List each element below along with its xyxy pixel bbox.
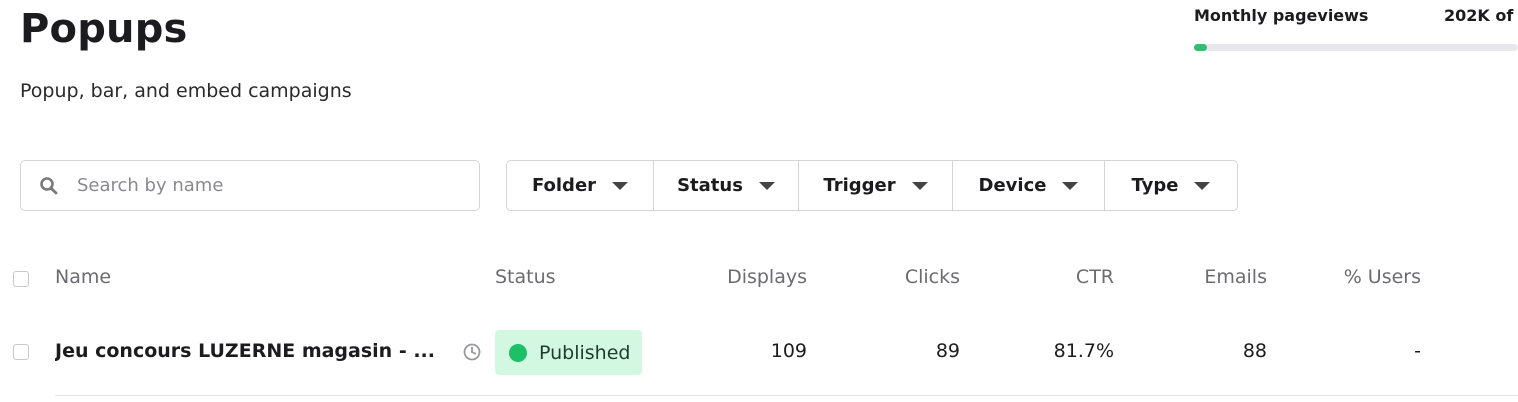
row-divider (55, 395, 1518, 396)
row-checkbox[interactable] (13, 344, 29, 360)
campaign-name[interactable]: Jeu concours LUZERNE magasin - ... (55, 340, 435, 362)
filter-bar: Folder Status Trigger Device Type (506, 160, 1238, 211)
usage-progress-track (1194, 44, 1518, 51)
status-dot-icon (509, 343, 527, 362)
column-header-clicks[interactable]: Clicks (850, 266, 960, 288)
emails-value: 88 (1242, 340, 1267, 362)
campaigns-table: Name Status Displays Clicks CTR Emails %… (0, 250, 1518, 306)
pageviews-usage: Monthly pageviews 202K of (1194, 6, 1518, 52)
caret-down-icon (1194, 181, 1211, 190)
caret-down-icon (1062, 181, 1079, 190)
search-box[interactable] (20, 160, 480, 211)
trigger-filter-label: Trigger (823, 175, 896, 196)
column-header-name[interactable]: Name (55, 266, 111, 288)
device-filter-label: Device (978, 175, 1047, 196)
column-header-status[interactable]: Status (495, 266, 556, 288)
select-all-checkbox[interactable] (13, 271, 29, 287)
column-header-users[interactable]: % Users (1310, 266, 1421, 288)
caret-down-icon (612, 181, 629, 190)
folder-filter-label: Folder (531, 175, 597, 196)
search-icon (40, 177, 58, 195)
usage-progress-fill (1194, 44, 1207, 51)
usage-label: Monthly pageviews (1194, 6, 1369, 25)
type-filter[interactable]: Type (1105, 161, 1237, 210)
search-input[interactable] (77, 161, 467, 210)
status-filter-label: Status (677, 175, 743, 196)
device-filter[interactable]: Device (953, 161, 1105, 210)
clock-icon[interactable] (462, 342, 482, 362)
displays-value: 109 (770, 340, 807, 362)
page-title: Popups (20, 6, 188, 52)
status-badge: Published (495, 330, 642, 375)
popups-page: Popups Popup, bar, and embed campaigns M… (0, 0, 1518, 402)
column-header-displays[interactable]: Displays (690, 266, 807, 288)
ctr-value: 81.7% (1053, 340, 1114, 362)
caret-down-icon (758, 181, 775, 190)
trigger-filter[interactable]: Trigger (799, 161, 953, 210)
column-header-ctr[interactable]: CTR (1010, 266, 1114, 288)
caret-down-icon (911, 181, 928, 190)
column-header-emails[interactable]: Emails (1160, 266, 1267, 288)
status-badge-label: Published (539, 341, 631, 364)
users-value: - (1414, 340, 1421, 362)
folder-filter[interactable]: Folder (507, 161, 654, 210)
status-filter[interactable]: Status (654, 161, 799, 210)
page-subtitle: Popup, bar, and embed campaigns (20, 80, 352, 102)
type-filter-label: Type (1131, 175, 1179, 196)
clicks-value: 89 (935, 340, 960, 362)
usage-value: 202K of (1444, 6, 1514, 25)
table-header: Name Status Displays Clicks CTR Emails %… (0, 250, 1518, 306)
